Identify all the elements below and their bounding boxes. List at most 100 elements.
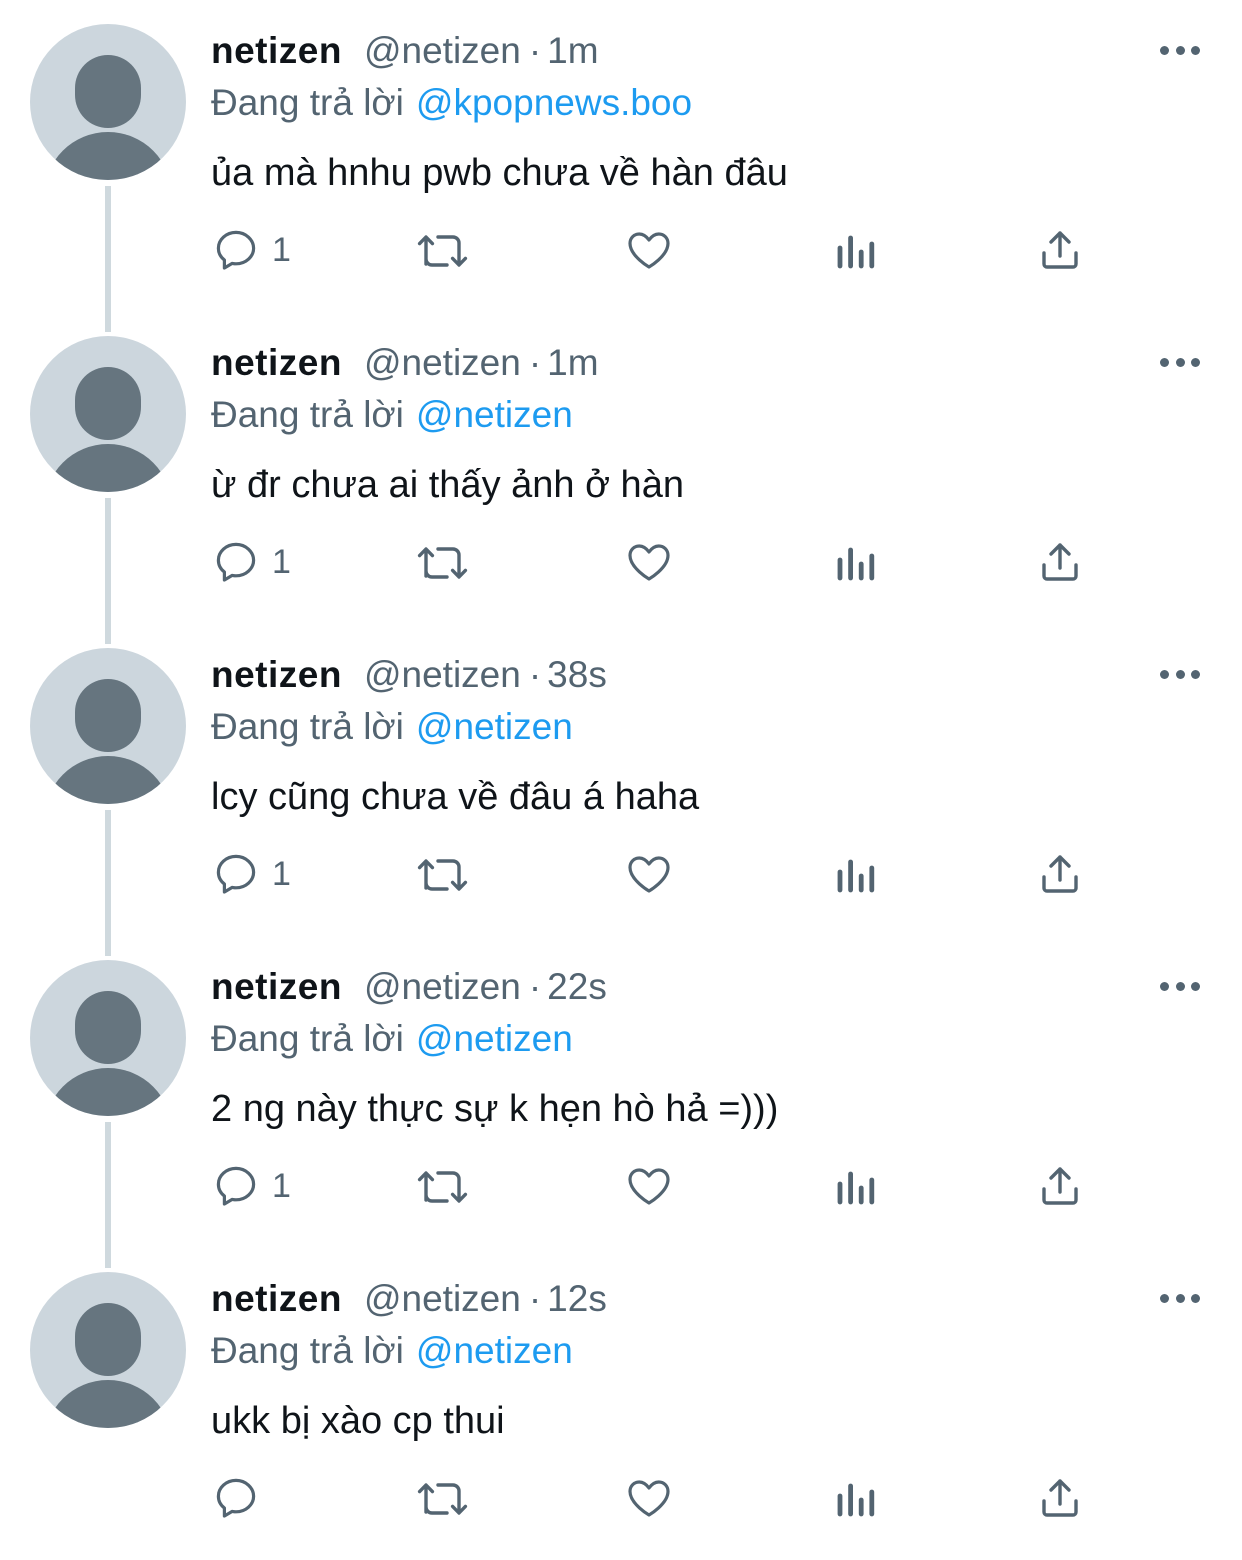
avatar-head-shape	[75, 55, 141, 128]
share-icon	[1042, 543, 1078, 581]
avatar-body-shape	[44, 1068, 172, 1116]
retweet-button[interactable]	[414, 222, 472, 278]
like-icon	[628, 856, 670, 893]
avatar[interactable]	[30, 24, 186, 180]
user-handle[interactable]: @netizen	[364, 30, 521, 71]
display-name[interactable]: netizen	[211, 1278, 342, 1319]
separator-dot: ·	[528, 342, 542, 383]
reply-thread: netizen @netizen · 1m Đang trả lời @kpopnews…	[0, 0, 1242, 1554]
avatar[interactable]	[30, 648, 186, 804]
reply-button[interactable]: 1	[212, 534, 291, 590]
reply-button[interactable]: 1	[212, 846, 291, 902]
like-icon	[628, 544, 670, 581]
timestamp[interactable]: 38s	[547, 654, 607, 695]
mention-link[interactable]: @kpopnews.boo	[416, 82, 692, 123]
more-horizontal-icon[interactable]	[1160, 974, 1200, 998]
like-button[interactable]	[624, 222, 674, 278]
tweet-text: ukk bị xào cp thui	[211, 1400, 505, 1442]
share-button[interactable]	[1036, 846, 1084, 902]
share-icon	[1042, 855, 1078, 893]
timestamp[interactable]: 1m	[547, 342, 598, 383]
avatar[interactable]	[30, 960, 186, 1116]
reply-icon	[216, 542, 256, 582]
timestamp[interactable]: 22s	[547, 966, 607, 1007]
retweet-button[interactable]	[414, 846, 472, 902]
reply-button[interactable]: 1	[212, 222, 291, 278]
tweet-header: netizen @netizen · 22s	[211, 962, 607, 1012]
reply-count: 1	[272, 855, 291, 893]
avatar-head-shape	[75, 367, 141, 440]
avatar-body-shape	[44, 756, 172, 804]
avatar-body-shape	[44, 132, 172, 180]
tweet[interactable]: netizen @netizen · 38s Đang trả lời @netizen…	[0, 624, 1242, 956]
tweet-header: netizen @netizen · 1m	[211, 338, 599, 388]
avatar-body-shape	[44, 444, 172, 492]
user-handle[interactable]: @netizen	[364, 342, 521, 383]
reply-button[interactable]	[212, 1470, 272, 1526]
replying-to-label: Đang trả lời	[211, 706, 404, 747]
separator-dot: ·	[528, 966, 542, 1007]
reply-button[interactable]: 1	[212, 1158, 291, 1214]
reply-icon	[216, 1478, 256, 1518]
mention-link[interactable]: @netizen	[416, 394, 573, 435]
user-handle[interactable]: @netizen	[364, 1278, 521, 1319]
timestamp[interactable]: 1m	[547, 30, 598, 71]
tweet[interactable]: netizen @netizen · 1m Đang trả lời @kpopnews…	[0, 0, 1242, 332]
share-button[interactable]	[1036, 1470, 1084, 1526]
like-button[interactable]	[624, 846, 674, 902]
views-button[interactable]	[834, 1158, 878, 1214]
display-name[interactable]: netizen	[211, 30, 342, 71]
more-horizontal-icon[interactable]	[1160, 1286, 1200, 1310]
reply-icon	[216, 230, 256, 270]
mention-link[interactable]: @netizen	[416, 1330, 573, 1371]
like-button[interactable]	[624, 534, 674, 590]
retweet-icon	[417, 547, 468, 579]
mention-link[interactable]: @netizen	[416, 706, 573, 747]
share-button[interactable]	[1036, 1158, 1084, 1214]
like-button[interactable]	[624, 1470, 674, 1526]
separator-dot: ·	[528, 30, 542, 71]
user-handle[interactable]: @netizen	[364, 966, 521, 1007]
avatar-head-shape	[75, 1303, 141, 1376]
share-icon	[1042, 1167, 1078, 1205]
tweet[interactable]: netizen @netizen · 22s Đang trả lời @netizen…	[0, 936, 1242, 1268]
display-name[interactable]: netizen	[211, 966, 342, 1007]
views-icon	[837, 235, 875, 269]
views-button[interactable]	[834, 1470, 878, 1526]
tweet[interactable]: netizen @netizen · 12s Đang trả lời @netizen…	[0, 1248, 1242, 1560]
more-horizontal-icon[interactable]	[1160, 662, 1200, 686]
action-bar: 1	[0, 1146, 1242, 1226]
reply-count: 1	[272, 1167, 291, 1205]
display-name[interactable]: netizen	[211, 654, 342, 695]
share-button[interactable]	[1036, 534, 1084, 590]
replying-to: Đang trả lời @netizen	[211, 1326, 573, 1376]
like-icon	[628, 1168, 670, 1205]
views-button[interactable]	[834, 534, 878, 590]
retweet-button[interactable]	[414, 534, 472, 590]
retweet-button[interactable]	[414, 1158, 472, 1214]
views-button[interactable]	[834, 222, 878, 278]
tweet-text: 2 ng này thực sự k hẹn hò hả =)))	[211, 1088, 779, 1130]
tweet-header: netizen @netizen · 1m	[211, 26, 599, 76]
tweet-text: lcy cũng chưa về đâu á haha	[211, 776, 700, 818]
like-button[interactable]	[624, 1158, 674, 1214]
more-horizontal-icon[interactable]	[1160, 38, 1200, 62]
avatar[interactable]	[30, 1272, 186, 1428]
timestamp[interactable]: 12s	[547, 1278, 607, 1319]
views-icon	[837, 1483, 875, 1517]
avatar-head-shape	[75, 991, 141, 1064]
tweet[interactable]: netizen @netizen · 1m Đang trả lời @netizen …	[0, 292, 1242, 644]
avatar[interactable]	[30, 336, 186, 492]
tweet-text: ủa mà hnhu pwb chưa về hàn đâu	[211, 152, 788, 194]
more-horizontal-icon[interactable]	[1160, 350, 1200, 374]
user-handle[interactable]: @netizen	[364, 654, 521, 695]
retweet-button[interactable]	[414, 1470, 472, 1526]
replying-to: Đang trả lời @netizen	[211, 390, 573, 440]
mention-link[interactable]: @netizen	[416, 1018, 573, 1059]
share-button[interactable]	[1036, 222, 1084, 278]
action-bar: 1	[0, 210, 1242, 290]
separator-dot: ·	[528, 1278, 542, 1319]
views-button[interactable]	[834, 846, 878, 902]
retweet-icon	[417, 235, 468, 267]
display-name[interactable]: netizen	[211, 342, 342, 383]
